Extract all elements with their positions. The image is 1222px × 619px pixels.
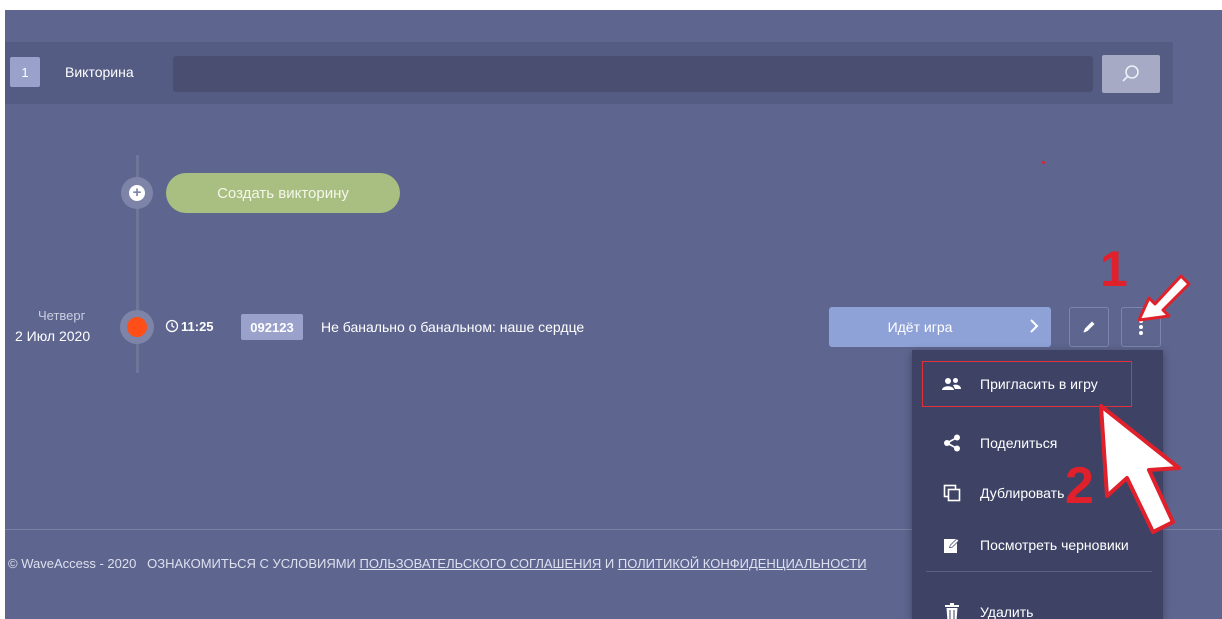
menu-item-label: Дублировать: [980, 485, 1065, 501]
app-window: 1 Викторина + Создать викторину Четверг …: [5, 10, 1222, 619]
drafts-icon: [940, 533, 964, 557]
footer: © WaveAccess - 2020 ОЗНАКОМИТЬСЯ С УСЛОВ…: [8, 556, 867, 571]
search-bar: 1 Викторина: [5, 42, 1173, 104]
menu-item-label: Пригласить в игру: [980, 376, 1098, 392]
annotation-step-1: 1: [1100, 241, 1128, 297]
trash-icon: [940, 600, 964, 619]
event-title[interactable]: Не банально о банальном: наше сердце: [321, 319, 584, 335]
search-input[interactable]: [173, 56, 1093, 92]
results-count-badge: 1: [10, 57, 40, 87]
menu-item-label: Поделиться: [980, 435, 1058, 451]
annotation-arrow-1-icon: [1137, 274, 1191, 322]
live-status-dot: [127, 317, 147, 337]
terms-link[interactable]: ПОЛЬЗОВАТЕЛЬСКОГО СОГЛАШЕНИЯ: [360, 556, 602, 571]
menu-item-label: Удалить: [980, 604, 1034, 619]
search-label: Викторина: [65, 64, 134, 80]
chevron-right-icon: [1029, 318, 1039, 339]
game-in-progress-button[interactable]: Идёт игра: [829, 307, 1051, 347]
footer-agree-text: ОЗНАКОМИТЬСЯ С УСЛОВИЯМИ: [147, 556, 356, 571]
create-quiz-button[interactable]: Создать викторину: [166, 173, 400, 213]
add-quiz-icon[interactable]: +: [121, 177, 153, 209]
invite-users-icon: [940, 372, 964, 396]
pencil-icon: [1083, 321, 1095, 333]
search-button[interactable]: [1102, 55, 1160, 93]
copyright-text: © WaveAccess - 2020: [8, 556, 137, 571]
duplicate-icon: [940, 481, 964, 505]
privacy-policy-link[interactable]: ПОЛИТИКОЙ КОНФИДЕНЦИАЛЬНОСТИ: [618, 556, 867, 571]
event-date: 2 Июл 2020: [15, 328, 91, 344]
event-code-badge: 092123: [241, 314, 303, 340]
annotation-cursor-arrow-icon: [1099, 404, 1181, 534]
clock-icon: [165, 319, 179, 333]
game-status-label: Идёт игра: [887, 319, 953, 335]
share-icon: [940, 431, 964, 455]
marker-dot: [1042, 161, 1045, 164]
search-icon: [1122, 65, 1139, 82]
edit-button[interactable]: [1069, 307, 1109, 347]
annotation-step-2: 2: [1065, 457, 1094, 515]
menu-divider: [926, 571, 1152, 572]
event-weekday: Четверг: [38, 308, 86, 323]
event-time: 11:25: [181, 319, 214, 334]
footer-and-text: И: [604, 556, 615, 571]
menu-item-delete[interactable]: Удалить: [912, 587, 1163, 619]
live-status-indicator: [120, 310, 154, 344]
